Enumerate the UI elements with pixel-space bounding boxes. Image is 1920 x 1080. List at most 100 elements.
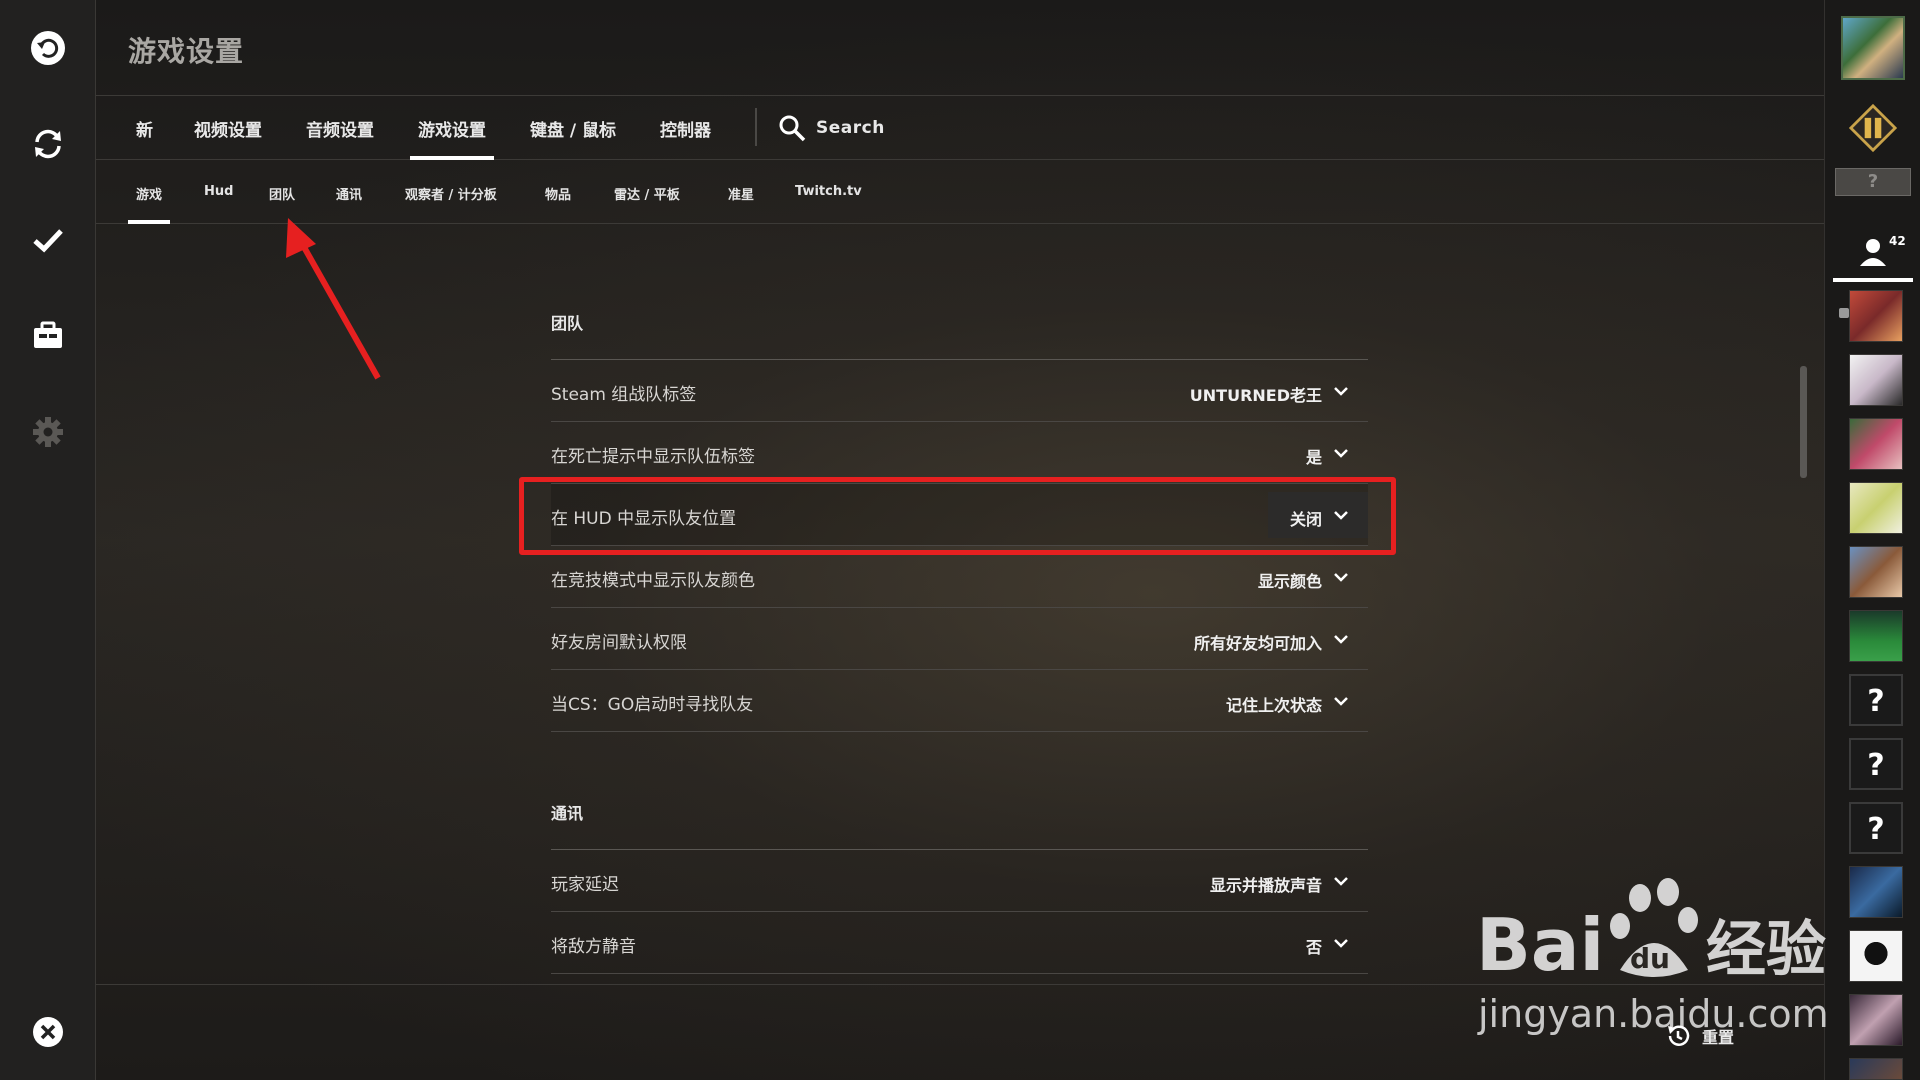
tab-divider bbox=[755, 108, 757, 146]
chevron-down-icon bbox=[1332, 692, 1350, 710]
friend-avatar-unknown[interactable]: ? bbox=[1849, 802, 1903, 854]
setting-value: 记住上次状态 bbox=[1225, 696, 1322, 715]
svg-text:Bai: Bai bbox=[1476, 903, 1604, 987]
subtab-hud[interactable]: Hud bbox=[204, 184, 233, 224]
setting-player-ping[interactable]: 玩家延迟 显示并播放声音 bbox=[551, 850, 1368, 912]
main-tab-bar: 新 视频设置 音频设置 游戏设置 键盘 / 鼠标 控制器 Search bbox=[96, 96, 1824, 160]
subtab-crosshair[interactable]: 准星 bbox=[728, 184, 754, 224]
setting-value: UNTURNED老王 bbox=[1189, 386, 1322, 405]
tab-game-settings[interactable]: 游戏设置 bbox=[410, 116, 494, 160]
section-title-team: 团队 bbox=[551, 314, 584, 333]
setting-value: 显示颜色 bbox=[1257, 572, 1322, 591]
friend-avatar[interactable] bbox=[1849, 546, 1903, 598]
baidu-watermark: Bai du 经验 jingyan.baidu.com bbox=[1470, 870, 1830, 1040]
unknown-rank-badge: ? bbox=[1835, 168, 1911, 196]
status-indicator bbox=[1839, 308, 1849, 318]
friend-count: 42 bbox=[1889, 234, 1906, 248]
settings-gear-icon bbox=[33, 417, 63, 447]
setting-find-teammates-on-launch[interactable]: 当CS：GO启动时寻找队友 记住上次状态 bbox=[551, 670, 1368, 732]
back-icon bbox=[31, 31, 65, 65]
friend-avatar[interactable] bbox=[1849, 1058, 1903, 1080]
settings-content: 团队 Steam 组战队标签 UNTURNED老王 在死亡提示中显示队伍标签 是… bbox=[551, 224, 1368, 984]
rank-badge[interactable] bbox=[1849, 103, 1897, 153]
quit-icon bbox=[33, 1017, 63, 1047]
friend-avatar[interactable] bbox=[1849, 866, 1903, 918]
subtab-game[interactable]: 游戏 bbox=[127, 184, 171, 224]
refresh-button[interactable] bbox=[24, 120, 72, 168]
search-label: Search bbox=[816, 118, 885, 138]
page-header: 游戏设置 bbox=[96, 0, 1824, 96]
setting-label: 在死亡提示中显示队伍标签 bbox=[551, 447, 755, 467]
setting-label: 将敌方静音 bbox=[551, 937, 636, 957]
inventory-button[interactable] bbox=[24, 312, 72, 360]
friend-avatar[interactable] bbox=[1849, 994, 1903, 1046]
friend-avatar-unknown[interactable]: ? bbox=[1849, 674, 1903, 726]
chevron-down-icon bbox=[1332, 382, 1350, 400]
setting-friend-lobby-permission[interactable]: 好友房间默认权限 所有好友均可加入 bbox=[551, 608, 1368, 670]
friends-person-icon bbox=[1860, 239, 1886, 266]
scrollbar-thumb[interactable] bbox=[1800, 366, 1807, 478]
setting-label: 在竞技模式中显示队友颜色 bbox=[551, 571, 755, 591]
baidu-jingyan-logo: Bai du 经验 bbox=[1476, 878, 1826, 987]
left-nav-rail bbox=[0, 0, 96, 1080]
chevron-down-icon bbox=[1332, 630, 1350, 648]
friend-avatar[interactable] bbox=[1849, 930, 1903, 982]
tab-keyboard-mouse[interactable]: 键盘 / 鼠标 bbox=[530, 116, 616, 160]
friend-avatar[interactable] bbox=[1849, 610, 1903, 662]
quit-button[interactable] bbox=[24, 1008, 72, 1056]
player-avatar[interactable] bbox=[1841, 16, 1905, 80]
right-social-rail: ? 42 ? ? ? bbox=[1824, 0, 1920, 1080]
setting-steam-group-tag[interactable]: Steam 组战队标签 UNTURNED老王 bbox=[551, 360, 1368, 422]
check-icon bbox=[33, 229, 63, 253]
setting-value: 显示并播放声音 bbox=[1209, 876, 1322, 895]
setting-value: 是 bbox=[1305, 448, 1322, 467]
reset-button[interactable]: 重置 bbox=[1664, 1022, 1734, 1050]
setting-mute-enemy[interactable]: 将敌方静音 否 bbox=[551, 912, 1368, 974]
setting-label: 当CS：GO启动时寻找队友 bbox=[551, 695, 754, 715]
annotation-highlight-frame bbox=[519, 477, 1396, 555]
inventory-icon bbox=[34, 321, 62, 348]
friends-tab[interactable]: 42 bbox=[1833, 226, 1913, 282]
footer-divider bbox=[96, 984, 1824, 985]
annotation-arrow bbox=[286, 218, 381, 380]
page-title: 游戏设置 bbox=[128, 35, 245, 68]
subtab-radar-tablet[interactable]: 雷达 / 平板 bbox=[614, 184, 680, 224]
friend-avatar[interactable] bbox=[1849, 482, 1903, 534]
subtab-items[interactable]: 物品 bbox=[545, 184, 571, 224]
subtab-twitch[interactable]: Twitch.tv bbox=[795, 184, 862, 224]
chevron-down-icon bbox=[1332, 872, 1350, 890]
chevron-down-icon bbox=[1332, 934, 1350, 952]
setting-label: Steam 组战队标签 bbox=[551, 385, 697, 405]
watermark-url: jingyan.baidu.com bbox=[1478, 992, 1829, 1036]
rank-diamond-icon bbox=[1849, 103, 1897, 153]
friend-avatar[interactable] bbox=[1849, 290, 1903, 342]
section-title-communication: 通讯 bbox=[551, 804, 584, 823]
tab-controller[interactable]: 控制器 bbox=[660, 116, 711, 160]
back-button[interactable] bbox=[24, 24, 72, 72]
setting-value: 否 bbox=[1305, 938, 1322, 957]
tab-new[interactable]: 新 bbox=[136, 116, 153, 160]
friend-avatar[interactable] bbox=[1849, 354, 1903, 406]
setting-value: 所有好友均可加入 bbox=[1193, 634, 1322, 653]
setting-competitive-teammate-colors[interactable]: 在竞技模式中显示队友颜色 显示颜色 bbox=[551, 546, 1368, 608]
reset-history-icon bbox=[1668, 1025, 1690, 1046]
search-button[interactable]: Search bbox=[778, 112, 885, 144]
setting-label: 玩家延迟 bbox=[551, 875, 619, 895]
chevron-down-icon bbox=[1332, 568, 1350, 586]
friend-avatar[interactable] bbox=[1849, 418, 1903, 470]
tab-video-settings[interactable]: 视频设置 bbox=[194, 116, 262, 160]
chevron-down-icon bbox=[1332, 444, 1350, 462]
subtab-spectator-scoreboard[interactable]: 观察者 / 计分板 bbox=[405, 184, 497, 224]
tab-audio-settings[interactable]: 音频设置 bbox=[306, 116, 374, 160]
friend-avatar-unknown[interactable]: ? bbox=[1849, 738, 1903, 790]
refresh-icon bbox=[35, 129, 61, 159]
settings-button[interactable] bbox=[24, 408, 72, 456]
setting-label: 好友房间默认权限 bbox=[551, 633, 687, 653]
confirm-button[interactable] bbox=[24, 216, 72, 264]
svg-text:经验: 经验 bbox=[1706, 915, 1826, 985]
svg-text:du: du bbox=[1630, 942, 1670, 975]
settings-screen: 游戏设置 新 视频设置 音频设置 游戏设置 键盘 / 鼠标 控制器 Search… bbox=[0, 0, 1920, 1080]
search-icon bbox=[779, 115, 806, 142]
reset-label: 重置 bbox=[1702, 1028, 1735, 1047]
setting-death-notice-team-tag[interactable]: 在死亡提示中显示队伍标签 是 bbox=[551, 422, 1368, 484]
